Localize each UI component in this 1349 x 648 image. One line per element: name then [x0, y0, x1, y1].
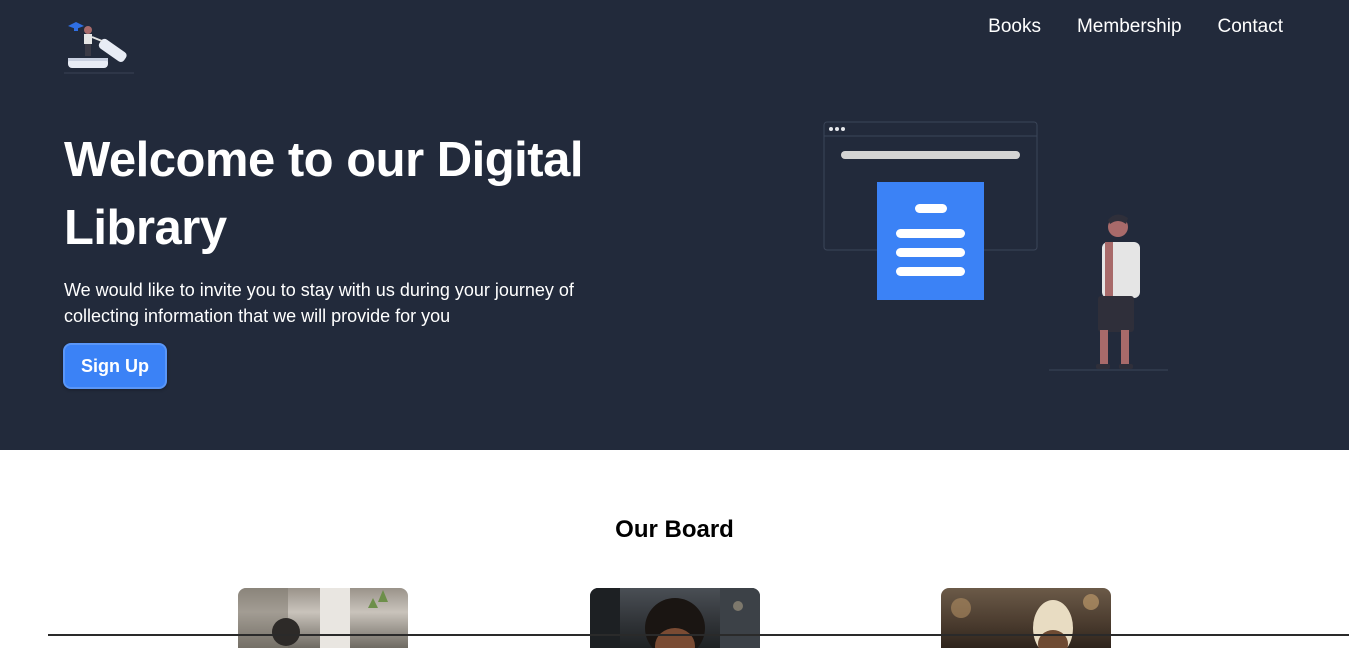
- board-member-2-image: [590, 588, 760, 648]
- hero-section: Books Membership Contact Welcome to our …: [0, 0, 1349, 450]
- board-member-1-photo: [238, 588, 408, 648]
- board-member-1-image: [238, 588, 388, 648]
- hero-title: Welcome to our Digital Library: [64, 133, 583, 255]
- board-section-title: Our Board: [615, 516, 734, 543]
- board-member-3-photo: [941, 588, 1111, 648]
- nav-link-contact[interactable]: Contact: [1218, 15, 1283, 39]
- hero-description: We would like to invite you to stay with…: [64, 280, 574, 326]
- board-member-3-image: [951, 594, 1099, 648]
- main-nav: Books Membership Contact: [988, 15, 1283, 39]
- hero-illustration: [823, 121, 1168, 371]
- nav-link-books[interactable]: Books: [988, 15, 1041, 39]
- library-logo[interactable]: [58, 18, 138, 78]
- nav-link-membership[interactable]: Membership: [1077, 15, 1182, 39]
- board-member-2-photo: [590, 588, 760, 648]
- signup-button[interactable]: Sign Up: [63, 343, 167, 389]
